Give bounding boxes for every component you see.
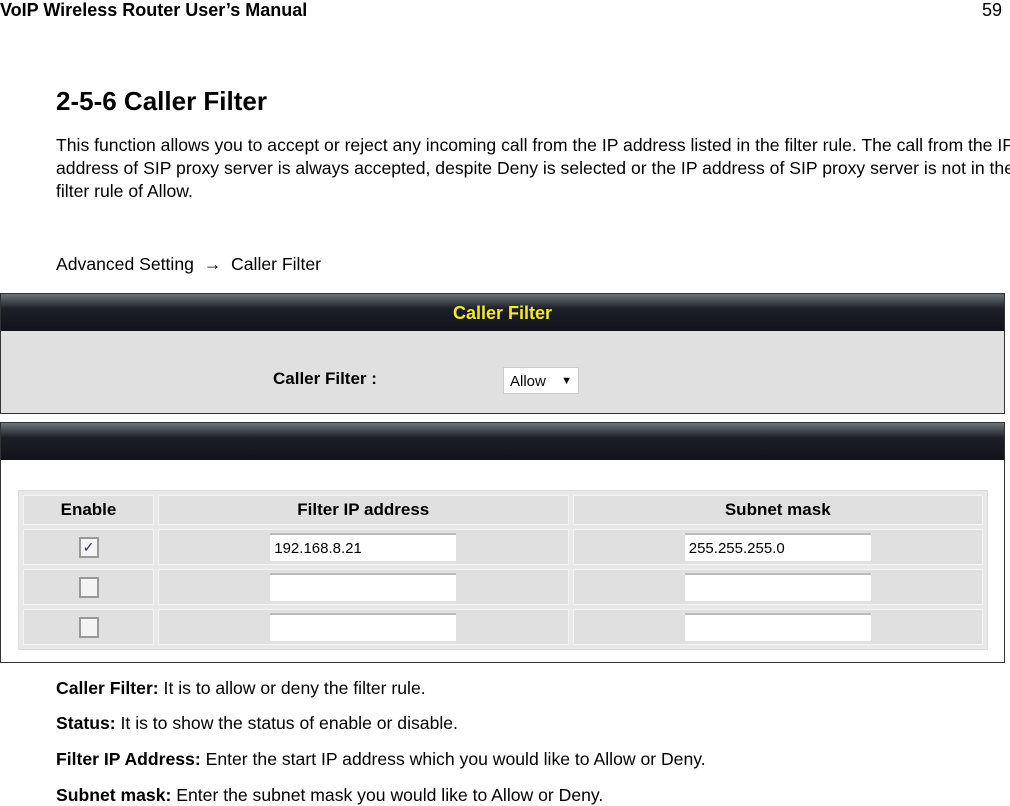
intro-paragraph: This function allows you to accept or re… (56, 135, 1010, 201)
subnet-mask-input[interactable] (684, 613, 871, 641)
section-title: 2-5-6 Caller Filter (56, 86, 267, 116)
caller-filter-select[interactable]: Allow ▼ (503, 367, 579, 394)
table-row (23, 609, 983, 645)
caller-filter-panel: Caller Filter (0, 293, 1005, 414)
manual-title: VoIP Wireless Router User’s Manual (0, 0, 308, 20)
enable-checkbox[interactable] (78, 576, 99, 598)
description-caller-filter: Caller Filter: It is to allow or deny th… (56, 678, 426, 699)
filter-ip-input[interactable] (270, 613, 457, 641)
subnet-mask-input[interactable]: 255.255.255.0 (684, 533, 871, 561)
term: Filter IP Address: (56, 749, 201, 769)
definition: It is to show the status of enable or di… (115, 713, 458, 733)
enable-checkbox[interactable]: ✓ (78, 536, 99, 558)
subnet-mask-input[interactable] (684, 573, 871, 601)
page-number: 59 (981, 0, 1002, 20)
header-enable: Enable (23, 495, 154, 525)
header-subnet-mask: Subnet mask (572, 495, 983, 525)
definition: Enter the start IP address which you wou… (200, 749, 706, 769)
filter-ip-input[interactable] (270, 573, 457, 601)
description-subnet-mask: Subnet mask: Enter the subnet mask you w… (56, 785, 603, 806)
caller-filter-label: Caller Filter : (273, 369, 377, 388)
panel-header-bar (1, 423, 1004, 460)
description-status: Status: It is to show the status of enab… (56, 713, 458, 734)
header-filter-ip: Filter IP address (158, 495, 569, 525)
description-filter-ip: Filter IP Address: Enter the start IP ad… (56, 749, 706, 770)
definition: Enter the subnet mask you would like to … (171, 785, 604, 805)
filter-ip-input[interactable]: 192.168.8.21 (270, 533, 457, 561)
filter-rules-table: Enable Filter IP address Subnet mask ✓ 1… (18, 490, 988, 650)
breadcrumb: Advanced Setting → Caller Filter (56, 254, 321, 274)
table-row: ✓ 192.168.8.21 255.255.255.0 (23, 529, 983, 565)
table-row (23, 569, 983, 605)
chevron-down-icon: ▼ (561, 375, 572, 387)
definition: It is to allow or deny the filter rule. (158, 678, 426, 698)
panel-title: Caller Filter (1, 294, 1004, 331)
caller-filter-value: Allow (510, 373, 546, 390)
term: Status: (56, 713, 116, 733)
term: Caller Filter: (56, 678, 159, 698)
enable-checkbox[interactable] (78, 616, 99, 638)
term: Subnet mask: (56, 785, 172, 805)
